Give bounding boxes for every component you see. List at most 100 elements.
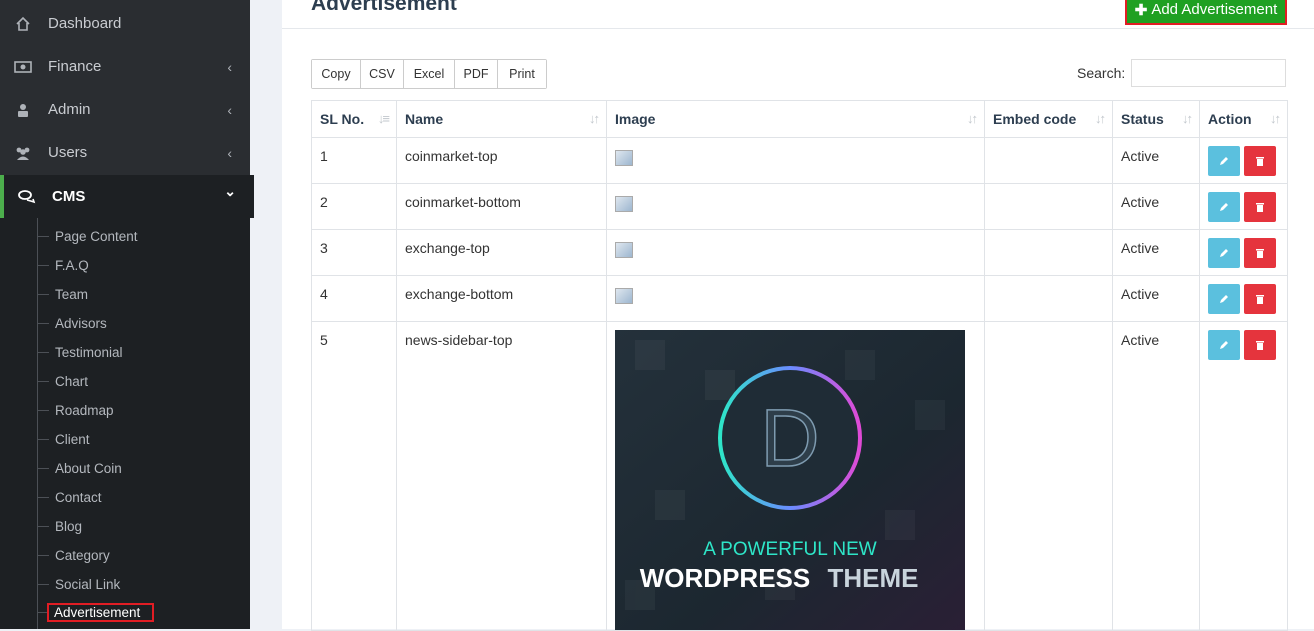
submenu-item-contact[interactable]: Contact: [37, 485, 102, 509]
excel-button[interactable]: Excel: [404, 60, 455, 88]
cell-name: news-sidebar-top: [396, 321, 607, 631]
pencil-icon: [1220, 203, 1228, 211]
pdf-button[interactable]: PDF: [455, 60, 498, 88]
cell-sl-no: 4: [311, 275, 397, 322]
add-advertisement-button[interactable]: ✚ Add Advertisement: [1125, 0, 1287, 25]
sidebar-item-users[interactable]: Users ‹: [0, 131, 250, 174]
edit-button[interactable]: [1208, 330, 1240, 360]
column-header-sl-no[interactable]: SL No. ↓≡: [311, 100, 397, 138]
banner-letter: D: [760, 393, 819, 484]
cell-name: coinmarket-top: [396, 137, 607, 184]
column-header-status[interactable]: Status ↓↑: [1112, 100, 1200, 138]
sidebar-item-admin[interactable]: Admin ‹: [0, 88, 250, 131]
submenu-item-roadmap[interactable]: Roadmap: [37, 398, 114, 422]
submenu-item-blog[interactable]: Blog: [37, 514, 82, 538]
submenu-item-advisors[interactable]: Advisors: [37, 311, 107, 335]
table-row: 4 exchange-bottom Active: [311, 275, 1288, 322]
export-buttons: Copy CSV Excel PDF Print: [311, 59, 547, 89]
delete-button[interactable]: [1244, 146, 1276, 176]
broken-image-icon: [615, 288, 633, 304]
sort-asc-icon: ↓≡: [377, 111, 390, 126]
cell-image: [606, 229, 985, 276]
cms-submenu: Page Content F.A.Q Team Advisors Testimo…: [0, 218, 250, 629]
cell-embed-code: [984, 229, 1113, 276]
submenu-item-advertisement[interactable]: Advertisement: [37, 600, 155, 624]
add-advertisement-label: Add Advertisement: [1151, 1, 1278, 18]
chevron-left-icon: ‹: [227, 144, 232, 161]
cell-sl-no: 3: [311, 229, 397, 276]
table-row: 1 coinmarket-top Active: [311, 137, 1288, 184]
submenu-item-client[interactable]: Client: [37, 427, 90, 451]
sidebar-item-label: Finance: [48, 58, 102, 75]
sidebar-item-label: Admin: [48, 101, 91, 118]
column-header-embed-code[interactable]: Embed code ↓↑: [984, 100, 1113, 138]
cell-image: [606, 275, 985, 322]
admin-icon: [14, 101, 32, 119]
submenu-item-page-content[interactable]: Page Content: [37, 224, 138, 248]
sidebar-item-cms[interactable]: CMS ⌄: [0, 175, 254, 218]
cell-action: [1199, 137, 1288, 184]
cell-image: D A POWERFUL NEW WORDPRESS THEME: [606, 321, 985, 631]
sidebar-item-dashboard[interactable]: Dashboard: [0, 2, 250, 45]
cell-sl-no: 2: [311, 183, 397, 230]
table-row: 5 news-sidebar-top D A POWERFUL NEW WORD…: [311, 321, 1288, 631]
sidebar-item-finance[interactable]: Finance ‹: [0, 45, 250, 88]
column-header-action[interactable]: Action ↓↑: [1199, 100, 1288, 138]
chevron-left-icon: ‹: [227, 58, 232, 75]
edit-button[interactable]: [1208, 238, 1240, 268]
search-label: Search:: [1077, 65, 1126, 81]
column-header-image[interactable]: Image ↓↑: [606, 100, 985, 138]
search-input[interactable]: [1131, 59, 1286, 87]
edit-button[interactable]: [1208, 284, 1240, 314]
table-row: 3 exchange-top Active: [311, 229, 1288, 276]
trash-icon: [1256, 203, 1264, 212]
edit-button[interactable]: [1208, 146, 1240, 176]
pencil-icon: [1220, 249, 1228, 257]
comments-icon: [18, 188, 36, 206]
chevron-left-icon: ‹: [227, 101, 232, 118]
cell-image: [606, 183, 985, 230]
submenu-item-faq[interactable]: F.A.Q: [37, 253, 89, 277]
sidebar-item-label: Users: [48, 144, 88, 161]
banner-line1: A POWERFUL NEW: [703, 539, 877, 560]
delete-button[interactable]: [1244, 330, 1276, 360]
header-divider: [282, 28, 1314, 29]
wordpress-theme-banner-image: D A POWERFUL NEW WORDPRESS THEME: [615, 330, 965, 630]
cell-action: [1199, 229, 1288, 276]
cell-name: exchange-bottom: [396, 275, 607, 322]
cell-sl-no: 1: [311, 137, 397, 184]
submenu-item-testimonial[interactable]: Testimonial: [37, 340, 123, 364]
cell-status: Active: [1112, 321, 1200, 631]
submenu-item-about-coin[interactable]: About Coin: [37, 456, 122, 480]
csv-button[interactable]: CSV: [361, 60, 404, 88]
pencil-icon: [1220, 295, 1228, 303]
submenu-item-social-link[interactable]: Social Link: [37, 572, 120, 596]
delete-button[interactable]: [1244, 238, 1276, 268]
sort-icon: ↓↑: [589, 111, 600, 126]
cell-name: exchange-top: [396, 229, 607, 276]
banner-line2a: WORDPRESS: [640, 563, 810, 593]
table-header-row: SL No. ↓≡ Name ↓↑ Image ↓↑ Embed code ↓↑ Sta…: [311, 100, 1288, 138]
advertisement-table: SL No. ↓≡ Name ↓↑ Image ↓↑ Embed code ↓↑ Sta…: [311, 100, 1288, 631]
copy-button[interactable]: Copy: [312, 60, 361, 88]
table-row: 2 coinmarket-bottom Active: [311, 183, 1288, 230]
submenu-item-team[interactable]: Team: [37, 282, 88, 306]
print-button[interactable]: Print: [498, 60, 546, 88]
sidebar: Dashboard Finance ‹ Admin ‹ Users ‹ CMS …: [0, 0, 254, 629]
submenu-item-chart[interactable]: Chart: [37, 369, 88, 393]
delete-button[interactable]: [1244, 284, 1276, 314]
submenu-item-category[interactable]: Category: [37, 543, 110, 567]
sidebar-item-label: Dashboard: [48, 15, 122, 32]
delete-button[interactable]: [1244, 192, 1276, 222]
cell-action: [1199, 321, 1288, 631]
column-header-name[interactable]: Name ↓↑: [396, 100, 607, 138]
cell-embed-code: [984, 183, 1113, 230]
trash-icon: [1256, 157, 1264, 166]
cell-action: [1199, 183, 1288, 230]
main-panel: Advertisement ✚ Add Advertisement Copy C…: [282, 0, 1314, 631]
edit-button[interactable]: [1208, 192, 1240, 222]
cell-name: coinmarket-bottom: [396, 183, 607, 230]
cell-action: [1199, 275, 1288, 322]
broken-image-icon: [615, 150, 633, 166]
chevron-down-icon: ⌄: [224, 183, 236, 199]
